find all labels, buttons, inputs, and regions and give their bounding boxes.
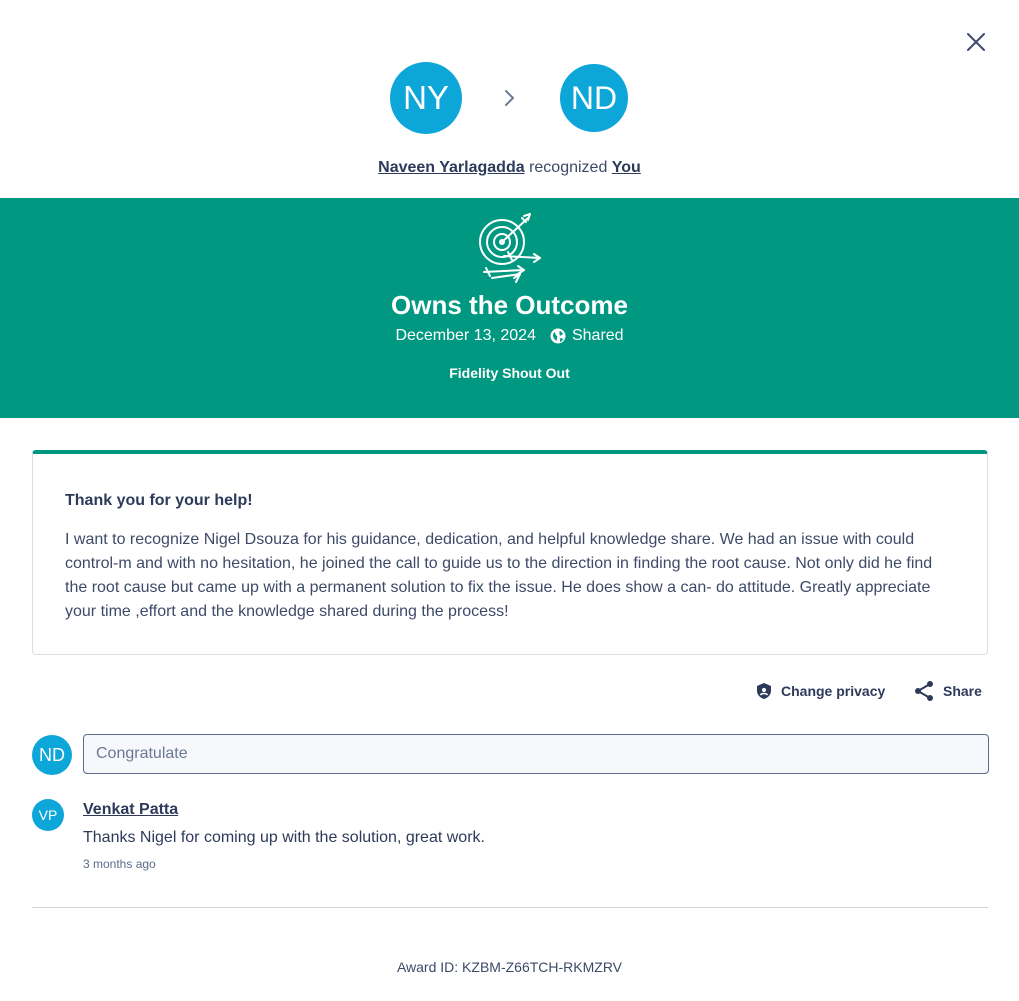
giver-avatar[interactable]: NY xyxy=(390,62,462,134)
message-card: Thank you for your help! I want to recog… xyxy=(32,450,988,655)
target-arrows-icon xyxy=(479,213,541,283)
giver-name-link[interactable]: Naveen Yarlagadda xyxy=(378,159,524,176)
award-date: December 13, 2024 xyxy=(395,327,536,344)
award-meta: December 13, 2024 Shared xyxy=(0,327,1019,345)
visibility-label: Shared xyxy=(571,327,624,344)
change-privacy-button[interactable]: Change privacy xyxy=(755,678,885,704)
commenter-name-link[interactable]: Venkat Patta xyxy=(83,801,178,819)
close-icon xyxy=(967,33,985,51)
comment-timestamp: 3 months ago xyxy=(83,857,156,871)
share-button[interactable]: Share xyxy=(913,678,982,704)
chevron-right-icon xyxy=(505,90,514,106)
globe-icon xyxy=(550,328,566,344)
share-label: Share xyxy=(943,683,982,699)
commenter-avatar[interactable]: VP xyxy=(32,799,64,831)
program-name: Fidelity Shout Out xyxy=(449,365,570,381)
recognized-verb: recognized xyxy=(529,159,608,176)
current-user-avatar: ND xyxy=(32,735,72,775)
comment-text: Thanks Nigel for coming up with the solu… xyxy=(83,829,485,846)
message-title: Thank you for your help! xyxy=(65,492,253,509)
divider xyxy=(32,907,988,908)
receiver-name-link[interactable]: You xyxy=(612,159,641,176)
award-id: Award ID: KZBM-Z66TCH-RKMZRV xyxy=(396,959,623,975)
recognition-summary: Naveen Yarlagadda recognized You xyxy=(0,159,1019,177)
share-icon xyxy=(915,681,933,701)
shield-icon xyxy=(757,683,771,699)
close-button[interactable] xyxy=(962,28,990,56)
visibility-indicator: Shared xyxy=(550,327,624,345)
award-title: Owns the Outcome xyxy=(391,290,628,320)
message-body: I want to recognize Nigel Dsouza for his… xyxy=(65,531,933,620)
congratulate-input[interactable] xyxy=(83,734,989,774)
receiver-avatar[interactable]: ND xyxy=(560,64,628,132)
change-privacy-label: Change privacy xyxy=(781,683,886,699)
